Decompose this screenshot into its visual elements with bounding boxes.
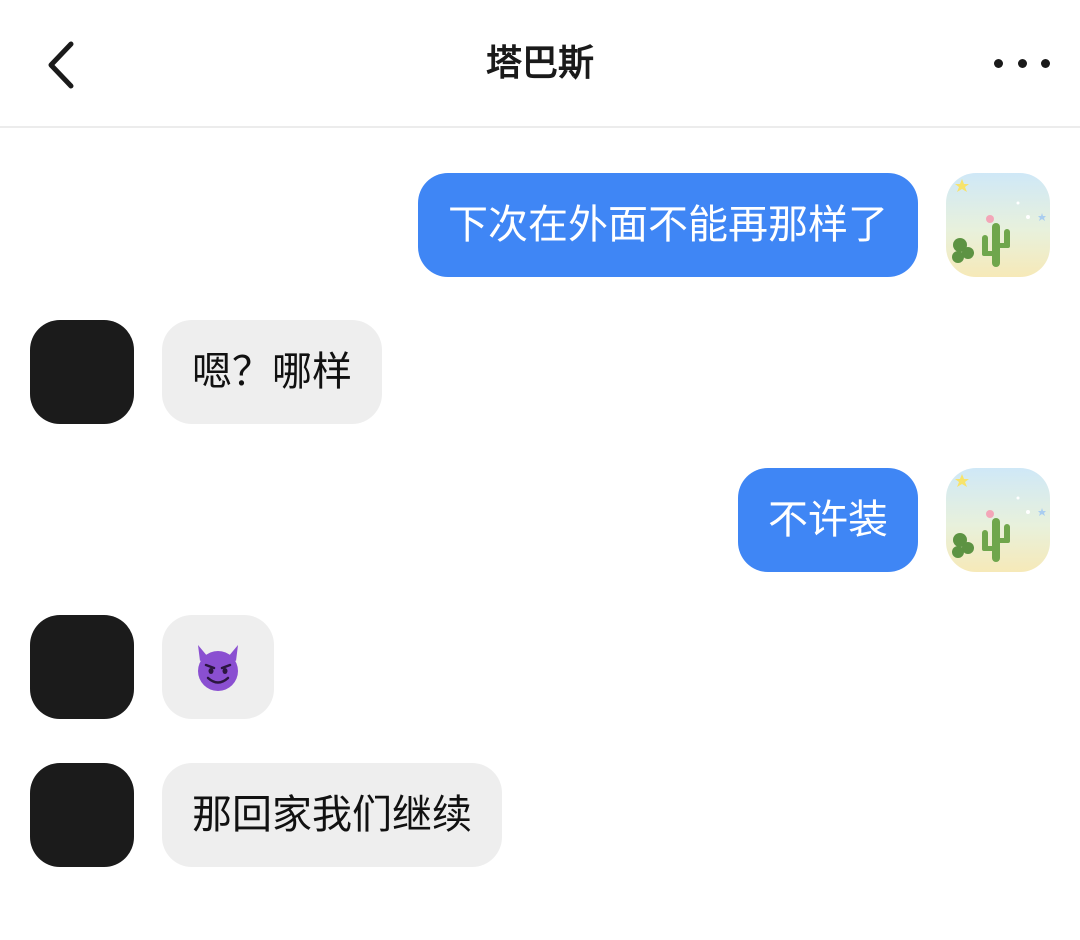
incoming-message-bubble[interactable]: 嗯？哪样 xyxy=(162,320,382,424)
message-row xyxy=(30,615,274,719)
chat-title: 塔巴斯 xyxy=(485,43,594,84)
chat-screen: 塔巴斯 下次在外面不能再那样了 嗯？哪样 不许装 那回家我们继续 xyxy=(0,0,1080,940)
message-row: 那回家我们继续 xyxy=(30,763,502,867)
contact-avatar[interactable] xyxy=(30,615,134,719)
outgoing-message-bubble[interactable]: 下次在外面不能再那样了 xyxy=(418,173,918,277)
contact-avatar[interactable] xyxy=(30,763,134,867)
contact-avatar[interactable] xyxy=(30,320,134,424)
message-row: 不许装 xyxy=(738,468,1050,572)
smiling-devil-emoji-icon xyxy=(198,645,238,691)
user-avatar[interactable] xyxy=(946,173,1050,277)
more-options-button[interactable] xyxy=(994,38,1050,88)
chat-header: 塔巴斯 xyxy=(0,0,1080,128)
outgoing-message-bubble[interactable]: 不许装 xyxy=(738,468,918,572)
more-horizontal-icon xyxy=(994,58,1003,68)
cactus-icon xyxy=(952,179,1046,267)
message-row: 嗯？哪样 xyxy=(30,320,382,424)
user-avatar[interactable] xyxy=(946,468,1050,572)
message-row: 下次在外面不能再那样了 xyxy=(418,173,1050,277)
incoming-message-bubble[interactable] xyxy=(162,615,274,719)
cactus-icon xyxy=(952,474,1046,562)
incoming-message-bubble[interactable]: 那回家我们继续 xyxy=(162,763,502,867)
